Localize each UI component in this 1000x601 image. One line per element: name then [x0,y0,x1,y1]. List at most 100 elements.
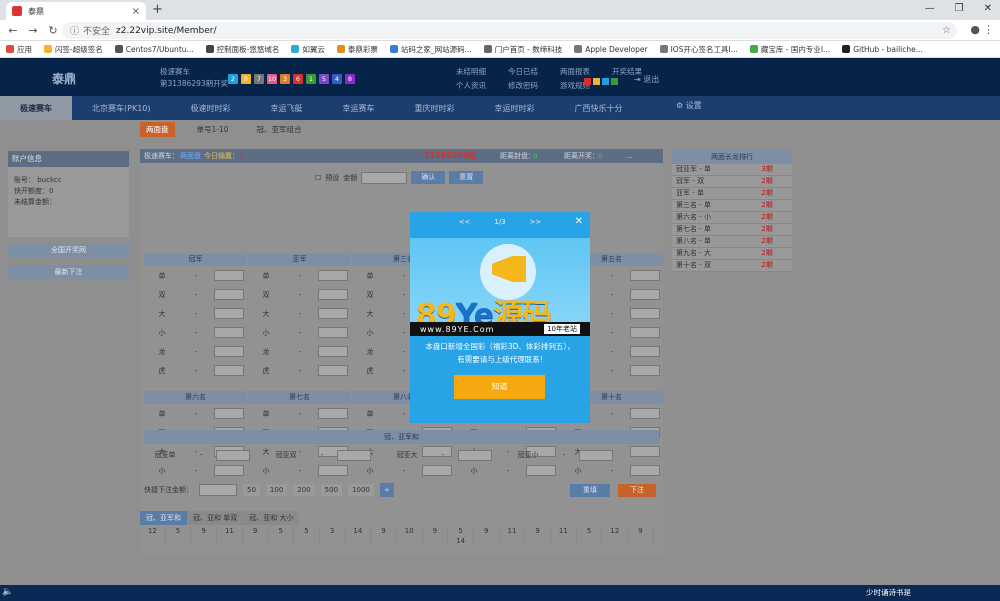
minimize-icon[interactable]: — [925,3,935,14]
bet-amount-input[interactable] [214,270,244,281]
nav-item[interactable]: 极速赛车 [0,96,72,120]
omnibox[interactable]: ⓘ 不安全 z2.22vip.site/Member/ ☆ [62,22,957,39]
bookmark-item[interactable]: 门户首页 - 数缔科技 [483,44,562,55]
bet-amount-input[interactable] [318,346,348,357]
amount-label: 金额 [343,173,358,182]
bookmark-item[interactable]: 控制面板-悠悠域名 [205,44,279,55]
account-button[interactable]: 最新下注 [8,265,129,279]
subtab-item[interactable]: 两面盘 [140,122,175,137]
gy-amount-input[interactable] [337,449,371,461]
window-close-icon[interactable]: ✕ [984,3,992,14]
bet-amount-input[interactable] [214,289,244,300]
bookmark-item[interactable]: 站码之家_网站源码... [389,44,472,55]
quick-amount-button[interactable]: 200 [293,484,315,496]
account-button[interactable]: 全国开奖网 [8,243,129,257]
gy-amount-input[interactable] [216,449,250,461]
subtab-item[interactable]: 冠、亚军组合 [251,122,308,137]
bet-amount-input[interactable] [318,308,348,319]
volume-icon[interactable]: 🔈 [2,587,13,597]
bet-amount-input[interactable] [318,465,348,476]
reload-icon[interactable]: ↻ [46,24,60,37]
bookmark-star-icon[interactable]: ☆ [942,25,951,36]
new-tab-icon[interactable]: + [152,2,163,17]
nav-item[interactable]: 幸运赛车 [323,96,395,120]
bet-amount-input[interactable] [318,365,348,376]
settings-button[interactable]: ⚙ 设置 [676,100,702,111]
bet-amount-input[interactable] [214,308,244,319]
bet-amount-input[interactable] [630,270,660,281]
bet-amount-input[interactable] [318,327,348,338]
modal-close-icon[interactable]: ✕ [575,216,583,227]
bet-amount-input[interactable] [630,308,660,319]
nav-item[interactable]: 广西快乐十分 [555,96,643,120]
modal-prev-button[interactable]: << [459,218,471,226]
bookmark-item[interactable]: IOS开心签名工具I... [659,44,738,55]
gy-amount-input[interactable] [458,449,492,461]
bookmark-item[interactable]: Centos7/Ubuntu... [114,45,194,54]
forward-icon[interactable]: → [26,24,40,37]
bet-amount-input[interactable] [214,365,244,376]
bookmark-item[interactable]: GitHub - bailiche... [842,45,923,54]
header-link[interactable]: 今日已结 [508,66,560,77]
bet-amount-input[interactable] [630,289,660,300]
header-link[interactable]: 未结明细 [456,66,508,77]
nav-item[interactable]: 重庆时时彩 [395,96,475,120]
bet-amount-input[interactable] [318,289,348,300]
bet-amount-input[interactable] [214,327,244,338]
account-icon[interactable]: ● [970,23,980,36]
filter-reset-button[interactable]: 重置 [449,171,484,184]
stats-tab[interactable]: 冠、亚和 大小 [243,511,300,525]
bet-amount-input[interactable] [630,346,660,357]
url-text[interactable]: z2.22vip.site/Member/ [116,26,217,36]
browser-menu-icon[interactable]: ⋮ [983,23,994,36]
bet-amount-input[interactable] [214,465,244,476]
header-link[interactable]: 修改密码 [508,80,560,91]
quick-bet-input[interactable] [199,484,237,496]
modal-next-button[interactable]: >> [530,218,542,226]
submit-bet-button[interactable]: 下注 [618,484,656,497]
nav-item[interactable]: 幸运飞艇 [251,96,323,120]
bet-amount-input[interactable] [526,465,556,476]
stats-tab[interactable]: 冠、亚军和 [140,511,187,525]
nav-item[interactable]: 北京赛车(PK10) [72,96,171,120]
bet-amount-input[interactable] [630,408,660,419]
bookmark-item[interactable]: 藏宝库 - 国内专业I... [749,44,830,55]
preset-checkbox[interactable]: ☐ [315,174,321,182]
quick-add-button[interactable]: + [379,483,394,497]
bet-amount-input[interactable] [630,465,660,476]
logout-button[interactable]: ⇥ 退出 [634,74,659,85]
header-link[interactable]: 两面报表 [560,66,612,77]
confirm-button[interactable]: 确认 [411,171,446,184]
dragon-count: 2期 [761,225,773,233]
stats-tab[interactable]: 冠、亚和 单双 [187,511,244,525]
bookmark-item[interactable]: 泰鼎彩票 [336,44,378,55]
quick-amount-button[interactable]: 1000 [348,484,374,496]
bet-amount-input[interactable] [214,346,244,357]
amount-input[interactable] [361,171,408,184]
reset-button[interactable]: 重填 [570,484,610,497]
nav-item[interactable]: 极速时时彩 [171,96,251,120]
bookmark-item[interactable]: Apple Developer [574,45,648,54]
quick-amount-button[interactable]: 500 [320,484,343,496]
modal-ok-button[interactable]: 知道 [454,375,545,399]
subtab-item[interactable]: 单号1-10 [191,122,235,137]
bookmark-item[interactable]: 应用 [6,44,32,55]
quick-amount-button[interactable]: 50 [243,484,260,496]
maximize-icon[interactable]: ❐ [955,3,964,14]
nav-item[interactable]: 幸运时时彩 [475,96,555,120]
bet-amount-input[interactable] [318,270,348,281]
bookmark-item[interactable]: 如翼云 [291,44,325,55]
bet-amount-input[interactable] [214,408,244,419]
tab-close-icon[interactable]: × [132,6,140,17]
info-icon[interactable]: ⓘ [70,24,79,37]
header-link[interactable]: 个人资讯 [456,80,508,91]
bet-amount-input[interactable] [630,365,660,376]
bet-amount-input[interactable] [630,327,660,338]
browser-tab[interactable]: 泰鼎 × [6,2,146,20]
gy-amount-input[interactable] [579,449,613,461]
bookmark-item[interactable]: 闪签-超级签名 [44,44,103,55]
quick-amount-button[interactable]: 100 [265,484,288,496]
back-icon[interactable]: ← [6,24,20,37]
bet-amount-input[interactable] [318,408,348,419]
bet-amount-input[interactable] [422,465,452,476]
